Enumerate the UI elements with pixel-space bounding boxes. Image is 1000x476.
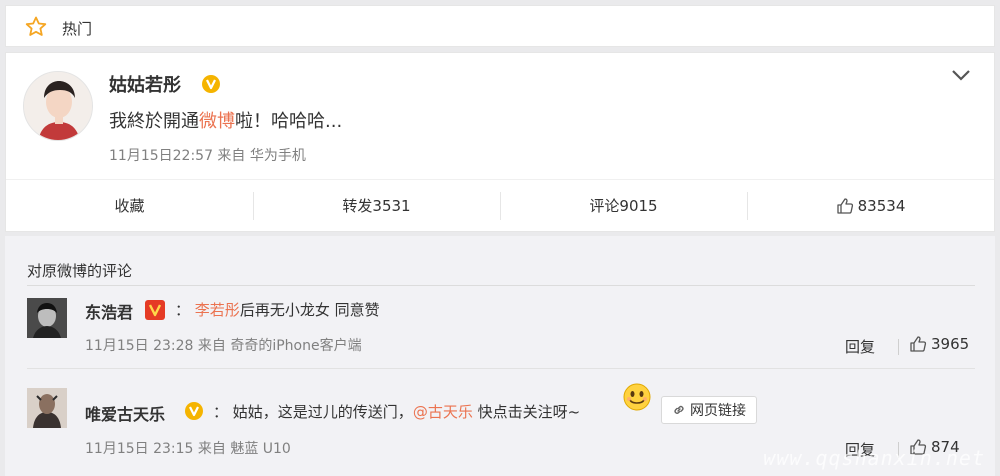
mention-link[interactable]: @古天乐 [413, 403, 473, 421]
thumbs-up-icon [910, 336, 927, 352]
link-icon [674, 405, 684, 414]
post-card: 姑姑若彤 我終於開通微博啦！哈哈哈... 11月15日22:57 来自 华为手机… [5, 52, 995, 232]
commenter-name[interactable]: 唯爱古天乐 [85, 401, 165, 425]
comment-avatar[interactable] [27, 388, 67, 428]
comment-text: ： 李若彤后再无小龙女 同意赞 [175, 301, 380, 319]
comment-text: ： 姑姑，这是过儿的传送门，@古天乐 快点击关注呀~ [213, 403, 581, 421]
smiley-emoji-icon [623, 383, 651, 411]
vip-red-badge-icon [145, 300, 165, 320]
comment-button[interactable]: 评论9015 [500, 180, 747, 231]
repost-button[interactable]: 转发3531 [253, 180, 500, 231]
web-link-button[interactable]: 网页链接 [661, 396, 757, 424]
star-icon [25, 16, 47, 36]
post-actions: 收藏 转发3531 评论9015 83534 [6, 179, 994, 231]
comments-title: 对原微博的评论 [27, 262, 133, 280]
reply-button[interactable]: 回复 [845, 336, 875, 357]
author-avatar[interactable] [23, 71, 93, 141]
hot-label: 热门 [62, 20, 93, 38]
comment-like-button[interactable]: 3965 [909, 335, 969, 353]
separator [898, 339, 899, 355]
like-button[interactable]: 83534 [747, 180, 994, 231]
comments-section: 对原微博的评论 东浩君 ： 李若彤后再无小龙女 同意赞 11月15日 23:28… [5, 236, 995, 476]
comment-meta: 11月15日 23:28 来自 奇奇的iPhone客户端 [85, 338, 362, 354]
hot-bar: 热门 [5, 5, 995, 47]
vip-gold-badge-icon [202, 75, 220, 93]
comment-meta: 11月15日 23:15 来自 魅蓝 U10 [85, 441, 291, 457]
avatar-image [27, 298, 67, 338]
post-meta: 11月15日22:57 来自 华为手机 [109, 148, 306, 164]
vip-gold-badge-icon [185, 402, 203, 420]
mention-link[interactable]: 李若彤 [195, 301, 240, 319]
commenter-name[interactable]: 东浩君 [85, 299, 133, 323]
watermark: www.qqshanxin.net [763, 446, 985, 470]
post-text: 我終於開通微博啦！哈哈哈... [109, 111, 343, 132]
topic-link[interactable]: 微博 [199, 111, 235, 132]
thumbs-up-icon [836, 197, 853, 214]
avatar-image [24, 72, 92, 140]
favorite-button[interactable]: 收藏 [6, 180, 253, 231]
comment-avatar[interactable] [27, 298, 67, 338]
divider [27, 285, 975, 286]
avatar-image [27, 388, 67, 428]
chevron-down-icon[interactable] [950, 67, 972, 83]
comment-divider [27, 368, 975, 369]
author-name[interactable]: 姑姑若彤 [109, 71, 181, 97]
